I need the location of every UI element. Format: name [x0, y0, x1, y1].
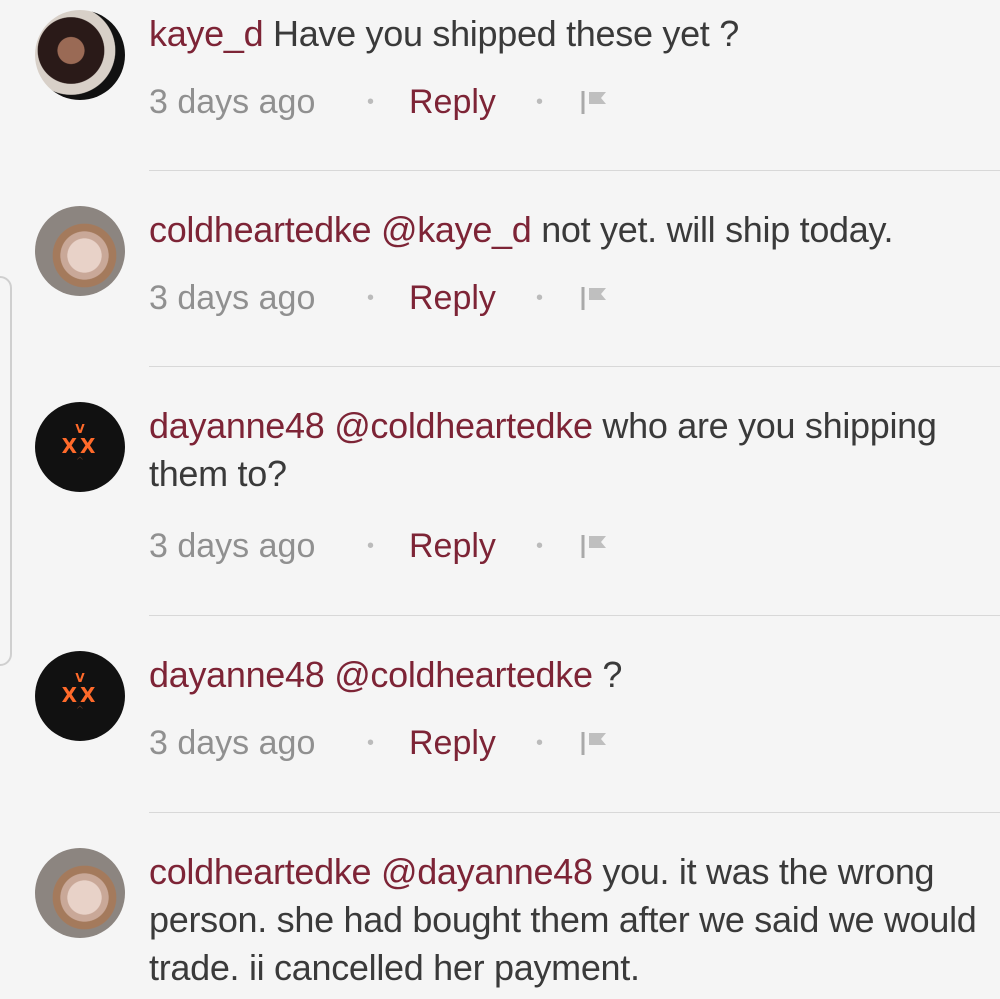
reply-button[interactable]: Reply — [409, 724, 536, 763]
avatar[interactable] — [35, 206, 125, 296]
comment-body: kaye_d Have you shipped these yet ? — [149, 10, 994, 58]
comment-body: coldheartedke @kaye_d not yet. will ship… — [149, 206, 994, 254]
avatar-mouth: ^ — [75, 456, 85, 467]
avatar[interactable] — [35, 10, 125, 100]
avatar-mouth: ^ — [75, 705, 85, 716]
comment-text: not yet. will ship today. — [531, 209, 894, 250]
comment-username[interactable]: kaye_d — [149, 13, 264, 54]
comment-timestamp: 3 days ago — [149, 723, 316, 762]
comment-mention[interactable]: @coldheartedke — [334, 405, 593, 446]
comments-screen: kaye_d Have you shipped these yet ? 3 da… — [0, 0, 1000, 999]
comment-username[interactable]: dayanne48 — [149, 405, 325, 446]
reply-button[interactable]: Reply — [409, 527, 536, 566]
comment-divider — [149, 615, 1000, 616]
xx-face-icon: XX — [61, 434, 99, 458]
comment-meta: 3 days ago • Reply • — [149, 276, 606, 320]
reply-button[interactable]: Reply — [409, 83, 536, 122]
separator-dot: • — [367, 286, 375, 309]
comment-mention[interactable]: @kaye_d — [381, 209, 532, 250]
flag-icon[interactable] — [581, 532, 613, 560]
flag-icon[interactable] — [581, 284, 613, 312]
comment-timestamp: 3 days ago — [149, 278, 316, 317]
avatar[interactable] — [35, 848, 125, 938]
comment-mention[interactable]: @coldheartedke — [334, 654, 593, 695]
xx-face-icon: XX — [61, 683, 99, 707]
comment-divider — [149, 812, 1000, 813]
comment-username[interactable]: coldheartedke — [149, 851, 372, 892]
comment-text: ? — [592, 654, 623, 695]
comment-username[interactable]: coldheartedke — [149, 209, 372, 250]
comment-text: Have you shipped these yet ? — [263, 13, 739, 54]
avatar[interactable]: V XX ^ — [35, 402, 125, 492]
separator-dot: • — [367, 90, 375, 113]
separator-dot: • — [536, 286, 544, 309]
separator-dot: • — [367, 534, 375, 557]
comment-username[interactable]: dayanne48 — [149, 654, 325, 695]
separator-dot: • — [536, 534, 544, 557]
comment-body: dayanne48 @coldheartedke ? — [149, 651, 994, 699]
separator-dot: • — [536, 90, 544, 113]
comment-meta: 3 days ago • Reply • — [149, 524, 606, 568]
avatar[interactable]: V XX ^ — [35, 651, 125, 741]
flag-icon[interactable] — [581, 729, 613, 757]
comment-timestamp: 3 days ago — [149, 82, 316, 121]
comment-mention[interactable]: @dayanne48 — [381, 851, 593, 892]
edge-panel-handle[interactable] — [0, 276, 12, 666]
separator-dot: • — [536, 731, 544, 754]
comment-meta: 3 days ago • Reply • — [149, 721, 606, 765]
reply-button[interactable]: Reply — [409, 279, 536, 318]
comment-meta: 3 days ago • Reply • — [149, 80, 606, 124]
comment-divider — [149, 170, 1000, 171]
separator-dot: • — [367, 731, 375, 754]
comment-divider — [149, 366, 1000, 367]
comment-body: coldheartedke @dayanne48 you. it was the… — [149, 848, 994, 992]
flag-icon[interactable] — [581, 88, 613, 116]
comment-body: dayanne48 @coldheartedke who are you shi… — [149, 402, 994, 498]
comment-timestamp: 3 days ago — [149, 526, 316, 565]
